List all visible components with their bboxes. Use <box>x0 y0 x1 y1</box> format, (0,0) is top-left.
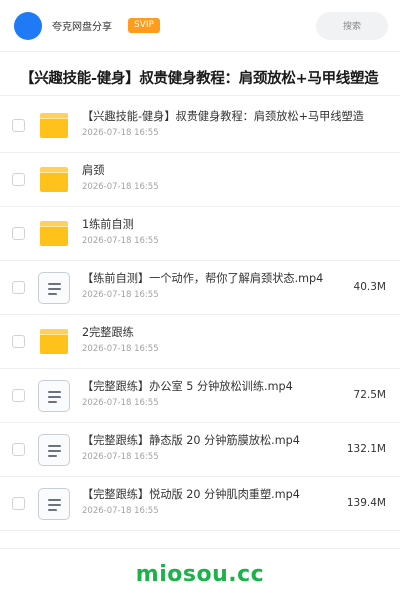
footer: miosou.cc <box>0 548 400 600</box>
row-checkbox[interactable] <box>12 119 25 132</box>
file-size: 132.1M <box>346 443 386 455</box>
file-date: 2026-07-18 16:55 <box>82 290 159 300</box>
row-checkbox[interactable] <box>12 497 25 510</box>
row-checkbox[interactable] <box>12 173 25 186</box>
file-date: 2026-07-18 16:55 <box>82 398 159 408</box>
top-bar: 夸克网盘分享 SVIP 搜索 <box>0 0 400 52</box>
row-checkbox[interactable] <box>12 443 25 456</box>
file-date: 2026-07-18 16:55 <box>82 128 159 138</box>
file-row[interactable]: 1练前自测 2026-07-18 16:55 <box>0 207 400 261</box>
file-name: 【练前自测】一个动作，帮你了解肩颈状态.mp4 <box>82 272 324 285</box>
file-date: 2026-07-18 16:55 <box>82 452 159 462</box>
page-title: 【兴趣技能-健身】叔贵健身教程：肩颈放松+马甲线塑造 <box>0 52 400 96</box>
file-name: 【完整跟练】悦动版 20 分钟肌肉重塑.mp4 <box>82 488 300 501</box>
document-icon <box>38 271 70 304</box>
username: 夸克网盘分享 <box>52 22 112 33</box>
file-name: 【完整跟练】静态版 20 分钟筋膜放松.mp4 <box>82 434 300 447</box>
file-row[interactable]: 2完整跟练 2026-07-18 16:55 <box>0 315 400 369</box>
file-name: 肩颈 <box>82 164 105 177</box>
file-row[interactable]: 肩颈 2026-07-18 16:55 <box>0 153 400 207</box>
file-name: 【兴趣技能-健身】叔贵健身教程：肩颈放松+马甲线塑造 <box>82 110 364 123</box>
document-icon <box>38 433 70 466</box>
folder-icon <box>38 164 70 196</box>
svip-badge: SVIP <box>128 18 160 33</box>
file-row[interactable]: 【练前自测】一个动作，帮你了解肩颈状态.mp4 2026-07-18 16:55… <box>0 261 400 315</box>
row-checkbox[interactable] <box>12 389 25 402</box>
file-date: 2026-07-18 16:55 <box>82 236 159 246</box>
folder-icon <box>38 326 70 358</box>
file-size: 40.3M <box>353 281 386 293</box>
file-size: 72.5M <box>353 389 386 401</box>
site-logo[interactable]: miosou.cc <box>136 562 264 587</box>
file-name: 2完整跟练 <box>82 326 134 339</box>
document-icon <box>38 487 70 520</box>
file-name: 1练前自测 <box>82 218 134 231</box>
user-avatar[interactable] <box>14 11 42 40</box>
file-name: 【完整跟练】办公室 5 分钟放松训练.mp4 <box>82 380 293 393</box>
document-icon <box>38 379 70 412</box>
row-checkbox[interactable] <box>12 227 25 240</box>
file-row[interactable]: 【完整跟练】办公室 5 分钟放松训练.mp4 2026-07-18 16:55 … <box>0 369 400 423</box>
file-size: 139.4M <box>346 497 386 509</box>
search-button[interactable]: 搜索 <box>316 11 388 40</box>
file-date: 2026-07-18 16:55 <box>82 182 159 192</box>
file-row[interactable]: 【兴趣技能-健身】叔贵健身教程：肩颈放松+马甲线塑造 2026-07-18 16… <box>0 99 400 153</box>
row-checkbox[interactable] <box>12 281 25 294</box>
file-row[interactable]: 【完整跟练】静态版 20 分钟筋膜放松.mp4 2026-07-18 16:55… <box>0 423 400 477</box>
row-checkbox[interactable] <box>12 335 25 348</box>
file-date: 2026-07-18 16:55 <box>82 344 159 354</box>
file-date: 2026-07-18 16:55 <box>82 506 159 516</box>
file-list: 【兴趣技能-健身】叔贵健身教程：肩颈放松+马甲线塑造 2026-07-18 16… <box>0 99 400 531</box>
search-label: 搜索 <box>342 22 361 32</box>
folder-icon <box>38 218 70 250</box>
folder-icon <box>38 110 70 142</box>
file-row[interactable]: 【完整跟练】悦动版 20 分钟肌肉重塑.mp4 2026-07-18 16:55… <box>0 477 400 531</box>
